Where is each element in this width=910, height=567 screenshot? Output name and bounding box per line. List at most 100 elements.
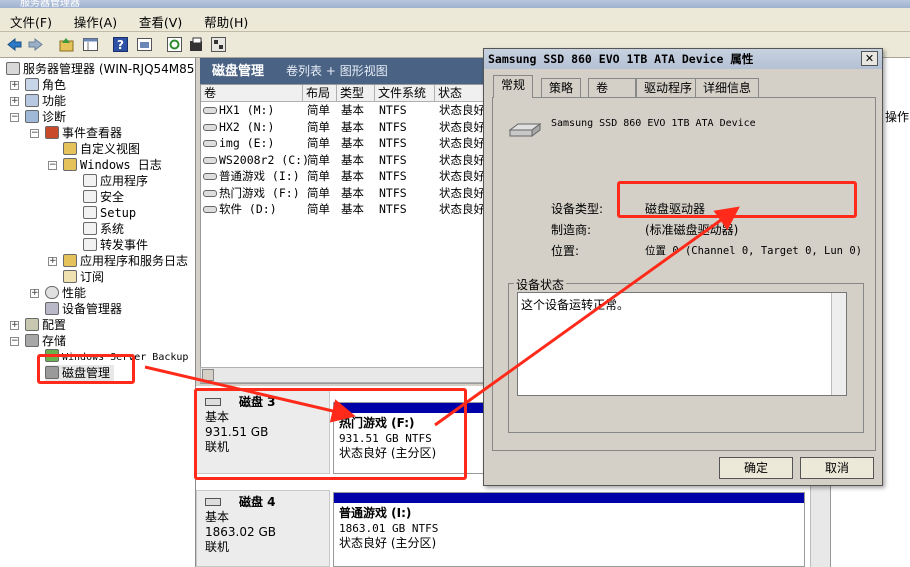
volume-cell: 状态良好: [439, 102, 485, 119]
tree-app-service-logs[interactable]: 应用程序和服务日志: [63, 253, 188, 269]
tree-configuration-label: 配置: [42, 318, 67, 332]
volume-row[interactable]: HX1 (M:) 简单 基本 NTFS 状态良好: [201, 102, 489, 119]
export-icon[interactable]: [188, 36, 205, 53]
device-name: Samsung SSD 860 EVO 1TB ATA Device: [551, 118, 756, 129]
column-type[interactable]: 类型: [337, 85, 375, 102]
partition-normal-games-name: 普通游戏 (I:): [339, 506, 412, 520]
tree-custom-views-label: 自定义视图: [80, 142, 141, 156]
options-icon[interactable]: [210, 36, 227, 53]
tree-forwarded-events[interactable]: 转发事件: [83, 237, 148, 253]
expand-configuration[interactable]: +: [10, 321, 19, 330]
tab-policies[interactable]: 策略: [541, 78, 582, 97]
tab-general[interactable]: 常规: [493, 75, 534, 98]
column-status[interactable]: 状态: [435, 85, 489, 102]
help-icon[interactable]: ?: [112, 36, 129, 53]
tree-features-label: 功能: [42, 94, 67, 108]
expand-roles[interactable]: +: [10, 81, 19, 90]
volume-cell: 简单: [307, 168, 330, 185]
volume-filesystem: NTFS: [379, 136, 407, 150]
disk-icon: [205, 498, 221, 506]
tree-application-log[interactable]: 应用程序: [83, 173, 148, 189]
folder-icon: [63, 158, 77, 171]
tree-security-log[interactable]: 安全: [83, 189, 124, 205]
volume-cell: 基本: [341, 119, 364, 136]
tree-features[interactable]: 功能: [25, 93, 66, 109]
menu-view[interactable]: 查看(V): [129, 8, 190, 31]
partition-normal-games[interactable]: 普通游戏 (I:) 1863.01 GB NTFS 状态良好 (主分区): [333, 492, 805, 567]
tree-roles[interactable]: 角色: [25, 77, 66, 93]
volume-cell: 普通游戏 (I:): [203, 168, 300, 185]
expand-features[interactable]: +: [10, 97, 19, 106]
volume-status: 状态良好: [439, 136, 485, 150]
volume-filesystem: NTFS: [379, 152, 407, 167]
back-icon[interactable]: [6, 36, 23, 53]
tree-root[interactable]: 服务器管理器 (WIN-RJQ54M85GL: [6, 61, 195, 77]
volume-cell: 热门游戏 (F:): [203, 185, 300, 202]
window-title-bar: 服务器管理器: [0, 0, 910, 8]
tab-details[interactable]: 详细信息: [695, 78, 760, 97]
horizontal-scrollbar[interactable]: [200, 367, 490, 383]
menu-help[interactable]: 帮助(H): [194, 8, 256, 31]
status-scrollbar[interactable]: [831, 293, 846, 395]
column-volume[interactable]: 卷: [201, 85, 303, 102]
volume-row[interactable]: 软件 (D:) 简单 基本 NTFS 状态良好: [201, 201, 489, 218]
log-icon: [83, 190, 97, 203]
column-layout[interactable]: 布局: [303, 85, 337, 102]
tree-event-viewer[interactable]: 事件查看器: [45, 125, 122, 141]
up-icon[interactable]: [58, 36, 75, 53]
tree-performance[interactable]: 性能: [45, 285, 86, 301]
forward-icon[interactable]: [27, 36, 44, 53]
column-filesystem[interactable]: 文件系统: [375, 85, 435, 102]
volume-filesystem: NTFS: [379, 202, 407, 216]
collapse-event-viewer[interactable]: −: [30, 129, 39, 138]
volume-row[interactable]: HX2 (N:) 简单 基本 NTFS 状态良好: [201, 119, 489, 136]
volume-row[interactable]: 普通游戏 (I:) 简单 基本 NTFS 状态良好: [201, 168, 489, 185]
cancel-button[interactable]: 取消: [800, 457, 874, 479]
volume-cell: 基本: [341, 185, 364, 202]
refresh-icon[interactable]: [166, 36, 183, 53]
tab-volumes[interactable]: 卷: [588, 78, 636, 97]
tree-subscriptions[interactable]: 订阅: [63, 269, 104, 285]
volume-cell: WS2008r2 (C:): [203, 152, 309, 169]
volume-row[interactable]: WS2008r2 (C:) 简单 基本 NTFS 状态良好: [201, 152, 489, 169]
tree-storage[interactable]: 存储: [25, 333, 66, 349]
disk-4-size: 1863.02 GB: [205, 525, 276, 539]
tree-configuration[interactable]: 配置: [25, 317, 66, 333]
tree-system-log[interactable]: 系统: [83, 221, 124, 237]
console-icon[interactable]: [82, 36, 99, 53]
subscriptions-icon: [63, 270, 77, 283]
tree-windows-logs[interactable]: Windows 日志: [63, 157, 162, 173]
tree-setup-log[interactable]: Setup: [83, 205, 136, 221]
tree-application-label: 应用程序: [100, 174, 149, 188]
expand-performance[interactable]: +: [30, 289, 39, 298]
disk-4-info[interactable]: 磁盘 4 基本 1863.02 GB 联机: [196, 490, 330, 567]
collapse-storage[interactable]: −: [10, 337, 19, 346]
menu-action[interactable]: 操作(A): [64, 8, 125, 31]
volume-status: 状态良好: [439, 185, 485, 200]
ok-button[interactable]: 确定: [719, 457, 793, 479]
expand-app-service-logs[interactable]: +: [48, 257, 57, 266]
collapse-diagnostics[interactable]: −: [10, 113, 19, 122]
menu-file[interactable]: 文件(F): [0, 8, 60, 31]
volume-row[interactable]: img (E:) 简单 基本 NTFS 状态良好: [201, 135, 489, 152]
properties-icon[interactable]: [136, 36, 153, 53]
volume-name: 普通游戏 (I:): [219, 169, 300, 183]
volume-row[interactable]: 热门游戏 (F:) 简单 基本 NTFS 状态良好: [201, 185, 489, 202]
tree-device-manager[interactable]: 设备管理器: [45, 301, 122, 317]
partition-bar: [334, 493, 804, 503]
tab-driver[interactable]: 驱动程序: [636, 78, 701, 97]
scroll-left-button[interactable]: [202, 369, 214, 381]
tree-diagnostics[interactable]: 诊断: [25, 109, 66, 125]
volume-name: 热门游戏 (F:): [219, 185, 300, 200]
collapse-windows-logs[interactable]: −: [48, 161, 57, 170]
log-icon: [83, 222, 97, 235]
device-status-text[interactable]: 这个设备运转正常。: [517, 292, 847, 396]
tree-custom-views[interactable]: 自定义视图: [63, 141, 140, 157]
dialog-title-bar[interactable]: Samsung SSD 860 EVO 1TB ATA Device 属性: [484, 49, 882, 69]
volume-cell: HX1 (M:): [203, 102, 274, 119]
volume-name: 软件 (D:): [219, 202, 277, 216]
volume-cell: 基本: [341, 152, 364, 169]
close-icon[interactable]: ✕: [861, 51, 878, 66]
dialog-title: Samsung SSD 860 EVO 1TB ATA Device 属性: [488, 52, 754, 66]
volume-layout: 简单: [307, 152, 330, 167]
